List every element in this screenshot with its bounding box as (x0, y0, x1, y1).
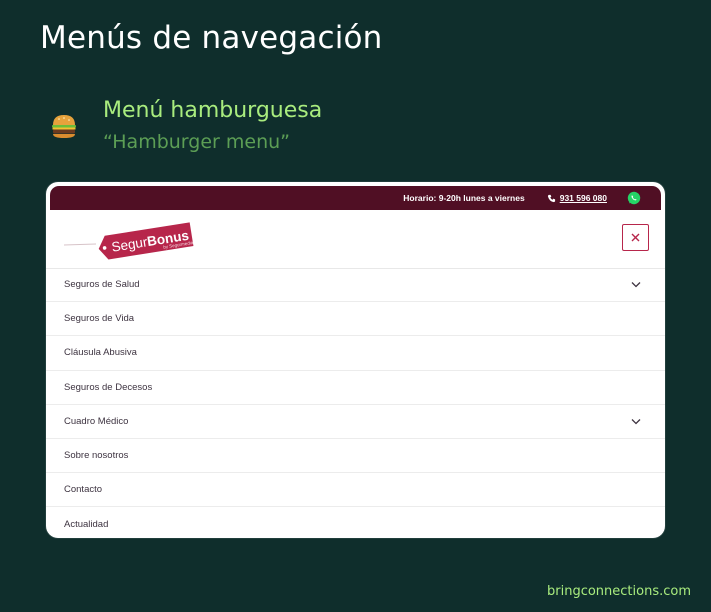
footer-url: bringconnections.com (547, 584, 691, 599)
menu-item-actualidad[interactable]: Actualidad (46, 507, 665, 538)
mobile-mockup: Horario: 9-20h lunes a viernes 931 596 0… (46, 182, 665, 538)
close-icon (631, 233, 640, 242)
phone-link[interactable]: 931 596 080 (547, 193, 607, 203)
menu-item-seguros-vida[interactable]: Seguros de Vida (46, 302, 665, 337)
nav-menu: Seguros de Salud Seguros de Vida Cláusul… (46, 268, 665, 538)
site-header: SegurBonus by Segurmedia (46, 210, 665, 269)
top-contact-bar: Horario: 9-20h lunes a viernes 931 596 0… (50, 186, 661, 210)
hamburger-emoji-icon (52, 115, 76, 138)
section-title: Menú hamburguesa (103, 98, 323, 123)
menu-item-clausula-abusiva[interactable]: Cláusula Abusiva (46, 336, 665, 371)
whatsapp-icon[interactable] (627, 191, 641, 205)
menu-item-label: Seguros de Salud (64, 279, 140, 291)
menu-item-sobre-nosotros[interactable]: Sobre nosotros (46, 439, 665, 474)
phone-number: 931 596 080 (559, 193, 607, 203)
segurbonus-logo[interactable]: SegurBonus by Segurmedia (62, 216, 202, 260)
menu-item-seguros-salud[interactable]: Seguros de Salud (46, 268, 665, 303)
close-menu-button[interactable] (622, 224, 649, 251)
menu-item-label: Sobre nosotros (64, 450, 129, 462)
menu-item-seguros-decesos[interactable]: Seguros de Decesos (46, 371, 665, 405)
page-title: Menús de navegación (40, 20, 383, 56)
menu-item-label: Seguros de Decesos (64, 381, 153, 393)
menu-item-label: Contacto (64, 484, 103, 496)
menu-item-cuadro-medico[interactable]: Cuadro Médico (46, 405, 665, 439)
section-subtitle: “Hamburger menu” (103, 131, 291, 153)
phone-icon (547, 194, 555, 202)
chevron-down-icon[interactable] (631, 418, 641, 425)
chevron-down-icon[interactable] (631, 281, 641, 288)
menu-item-label: Cuadro Médico (64, 415, 129, 427)
menu-item-label: Seguros de Vida (64, 313, 135, 325)
menu-item-contacto[interactable]: Contacto (46, 473, 665, 508)
business-hours: Horario: 9-20h lunes a viernes (403, 193, 525, 203)
menu-item-label: Actualidad (64, 518, 109, 530)
menu-item-label: Cláusula Abusiva (64, 347, 137, 359)
